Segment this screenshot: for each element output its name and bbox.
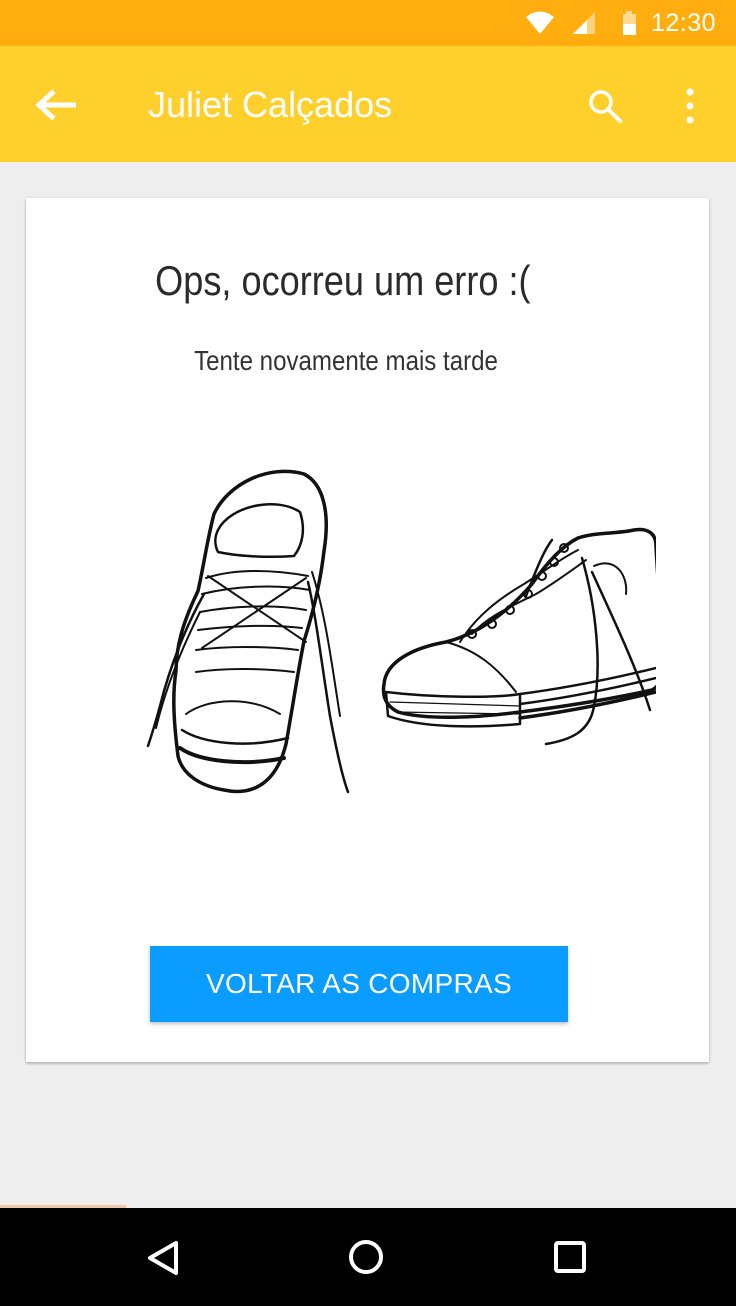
battery-icon <box>623 11 636 35</box>
error-title: Ops, ocorreu um erro :( <box>155 257 531 304</box>
recents-square-icon[interactable] <box>553 1240 587 1274</box>
sneaker-front-view <box>146 469 350 794</box>
error-card: Ops, ocorreu um erro :( Tente novamente … <box>26 198 709 1062</box>
back-to-shopping-button[interactable]: VOLTAR AS COMPRAS <box>150 946 568 1022</box>
sneaker-side-view <box>381 527 656 746</box>
back-triangle-icon[interactable] <box>146 1240 180 1276</box>
system-nav-bar <box>0 1208 736 1306</box>
app-title: Juliet Calçados <box>148 84 393 125</box>
home-circle-icon[interactable] <box>347 1238 385 1276</box>
status-bar: 12:30 <box>0 0 736 46</box>
status-time: 12:30 <box>650 9 716 37</box>
cell-signal-icon <box>573 12 595 34</box>
wifi-icon <box>526 11 554 34</box>
app-bar: Juliet Calçados <box>0 46 736 162</box>
sneakers-illustration <box>146 469 656 794</box>
arrow-left-icon[interactable] <box>34 90 76 120</box>
error-subtitle: Tente novamente mais tarde <box>194 345 498 376</box>
more-vertical-icon[interactable] <box>682 88 698 126</box>
search-icon[interactable] <box>587 88 623 124</box>
